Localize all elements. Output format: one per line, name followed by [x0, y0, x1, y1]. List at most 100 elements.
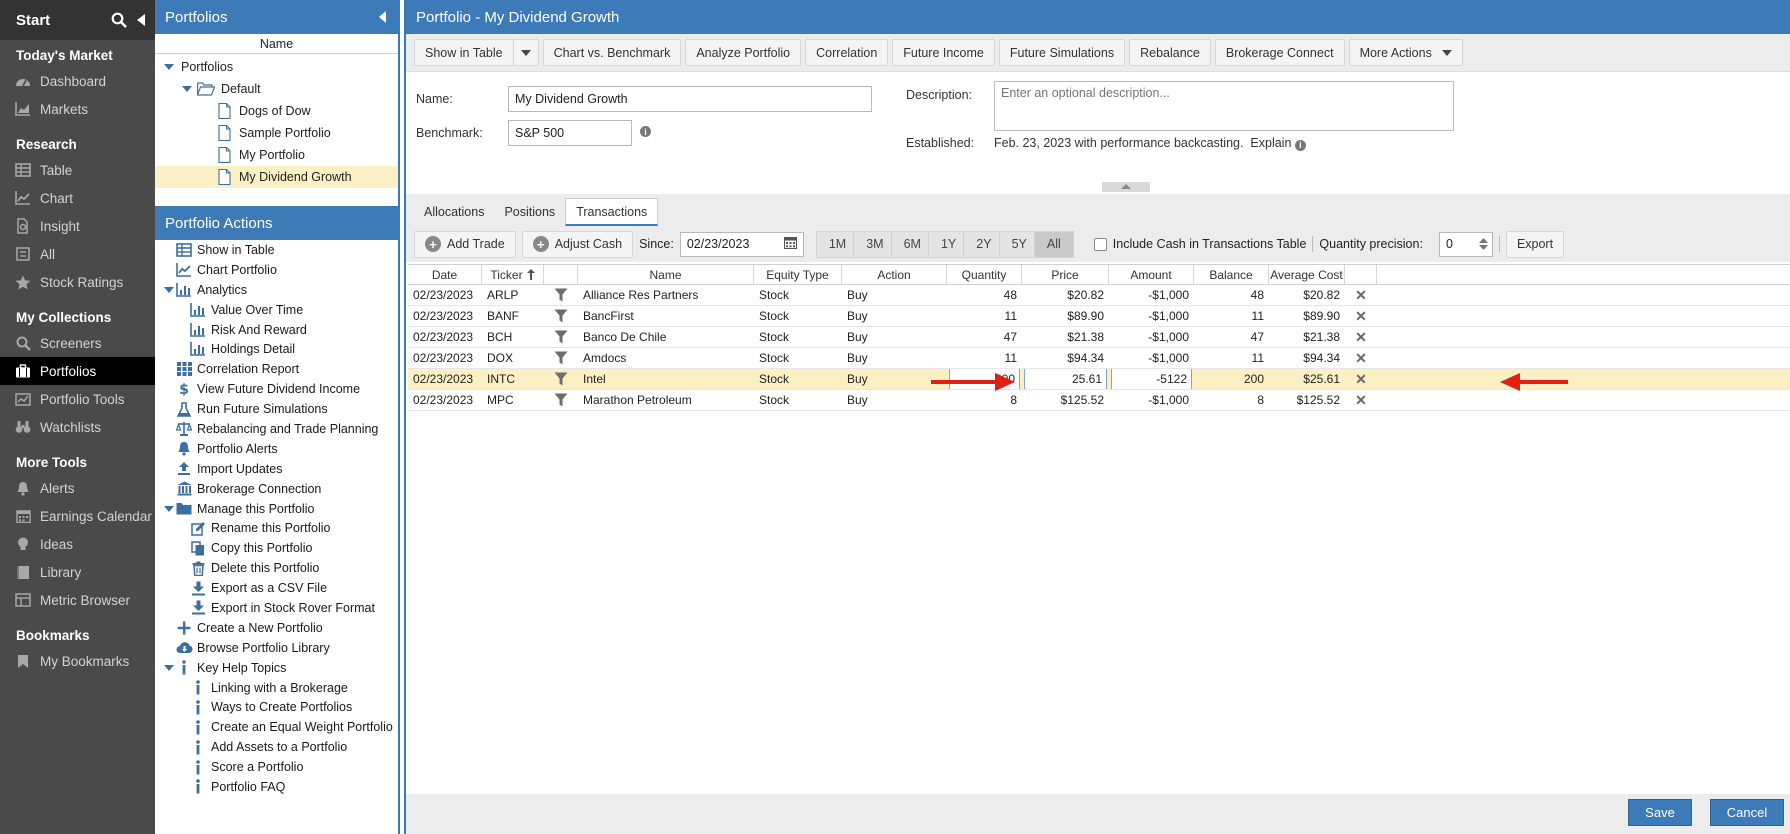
filter-icon[interactable] — [554, 309, 568, 323]
more-actions-button[interactable]: More Actions — [1348, 39, 1463, 66]
export-button[interactable]: Export — [1505, 230, 1565, 258]
column-header-price[interactable]: Price — [1022, 265, 1109, 284]
action-portfolio-faq[interactable]: Portfolio FAQ — [155, 777, 398, 797]
tree-item-portfolio[interactable]: Dogs of Dow — [155, 100, 398, 122]
action-browse-portfolio-library[interactable]: Browse Portfolio Library — [155, 638, 398, 658]
nav-item-library[interactable]: Library — [0, 558, 155, 586]
filter-icon[interactable] — [554, 393, 568, 407]
action-copy-this-portfolio[interactable]: Copy this Portfolio — [155, 538, 398, 558]
rebalance-button[interactable]: Rebalance — [1129, 39, 1211, 66]
include-cash-checkbox[interactable] — [1093, 237, 1107, 251]
nav-item-ideas[interactable]: Ideas — [0, 530, 155, 558]
calendar-icon[interactable] — [783, 236, 797, 252]
cell-amount[interactable]: -5122 — [1109, 369, 1194, 389]
column-header-balance[interactable]: Balance — [1194, 265, 1269, 284]
nav-item-table[interactable]: Table — [0, 156, 155, 184]
nav-item-all[interactable]: All — [0, 240, 155, 268]
column-header-blank[interactable] — [1345, 265, 1377, 284]
cell-filter[interactable] — [544, 285, 578, 305]
column-header-amount[interactable]: Amount — [1109, 265, 1194, 284]
cell-filter[interactable] — [544, 348, 578, 368]
column-header-date[interactable]: Date — [408, 265, 482, 284]
tab-positions[interactable]: Positions — [494, 198, 565, 226]
save-button[interactable]: Save — [1628, 799, 1692, 826]
search-icon[interactable] — [111, 12, 127, 28]
action-rebalancing-and-trade-planning[interactable]: Rebalancing and Trade Planning — [155, 419, 398, 439]
include-cash-toggle[interactable]: Include Cash in Transactions Table — [1093, 237, 1306, 251]
expand-toggle-icon[interactable] — [163, 506, 175, 512]
explain-link[interactable]: Explain — [1250, 136, 1291, 150]
delete-row-icon[interactable]: ✕ — [1355, 308, 1367, 325]
action-risk-and-reward[interactable]: Risk And Reward — [155, 320, 398, 340]
explain-info-icon[interactable]: i — [1294, 139, 1306, 151]
action-export-as-a-csv-file[interactable]: Export as a CSV File — [155, 578, 398, 598]
collapse-panel-icon[interactable] — [379, 11, 386, 23]
filter-icon[interactable] — [554, 330, 568, 344]
action-import-updates[interactable]: Import Updates — [155, 459, 398, 479]
start-bar[interactable]: Start — [0, 0, 155, 40]
tree-item-folder[interactable]: Default — [155, 78, 398, 100]
delete-row-icon[interactable]: ✕ — [1355, 350, 1367, 367]
action-create-a-new-portfolio[interactable]: Create a New Portfolio — [155, 618, 398, 638]
collapse-nav-icon[interactable] — [137, 14, 145, 26]
cell-delete[interactable]: ✕ — [1345, 369, 1377, 389]
since-date-input[interactable]: 02/23/2023 — [679, 231, 804, 257]
column-header-quantity[interactable]: Quantity — [947, 265, 1022, 284]
name-input[interactable] — [508, 86, 872, 112]
benchmark-info-icon[interactable]: i — [640, 126, 651, 137]
column-header-name[interactable]: Name — [578, 265, 754, 284]
add-trade-button[interactable]: + Add Trade — [414, 230, 516, 258]
table-row[interactable]: 02/23/2023 DOX Amdocs Stock Buy 11 $94.34 -$1,0… — [408, 348, 1790, 369]
cell-filter[interactable] — [544, 306, 578, 326]
cell-filter[interactable] — [544, 390, 578, 410]
nav-item-my-bookmarks[interactable]: My Bookmarks — [0, 647, 155, 675]
cell-filter[interactable] — [544, 369, 578, 389]
benchmark-input[interactable] — [508, 120, 632, 146]
show-in-table-dropdown-button[interactable] — [512, 39, 539, 66]
column-header-blank[interactable] — [544, 265, 578, 284]
nav-item-dashboard[interactable]: Dashboard — [0, 67, 155, 95]
action-key-help-topics[interactable]: Key Help Topics — [155, 658, 398, 678]
expand-toggle-icon[interactable] — [163, 64, 175, 70]
nav-item-watchlists[interactable]: Watchlists — [0, 413, 155, 441]
action-manage-this-portfolio[interactable]: Manage this Portfolio — [155, 499, 398, 519]
action-rename-this-portfolio[interactable]: Rename this Portfolio — [155, 518, 398, 538]
action-correlation-report[interactable]: Correlation Report — [155, 359, 398, 379]
column-header-equity-type[interactable]: Equity Type — [754, 265, 842, 284]
action-holdings-detail[interactable]: Holdings Detail — [155, 339, 398, 359]
tree-column-header[interactable]: Name — [155, 34, 398, 54]
sort-ascending-icon[interactable] — [526, 269, 535, 280]
adjust-cash-button[interactable]: + Adjust Cash — [521, 230, 634, 258]
cell-delete[interactable]: ✕ — [1345, 348, 1377, 368]
action-chart-portfolio[interactable]: Chart Portfolio — [155, 260, 398, 280]
action-value-over-time[interactable]: Value Over Time — [155, 300, 398, 320]
action-brokerage-connection[interactable]: Brokerage Connection — [155, 479, 398, 499]
action-create-an-equal-weight-portfolio[interactable]: Create an Equal Weight Portfolio — [155, 717, 398, 737]
future-income-button[interactable]: Future Income — [892, 39, 995, 66]
tree-item-portfolio[interactable]: My Portfolio — [155, 144, 398, 166]
stepper-arrows-icon[interactable] — [1478, 238, 1488, 250]
tree-item-folder[interactable]: Portfolios — [155, 56, 398, 78]
cell-delete[interactable]: ✕ — [1345, 327, 1377, 347]
tree-item-portfolio[interactable]: Sample Portfolio — [155, 122, 398, 144]
delete-row-icon[interactable]: ✕ — [1355, 329, 1367, 346]
expand-toggle-icon[interactable] — [163, 287, 175, 293]
nav-item-screeners[interactable]: Screeners — [0, 329, 155, 357]
action-linking-with-a-brokerage[interactable]: Linking with a Brokerage — [155, 678, 398, 698]
show-in-table-button[interactable]: Show in Table — [414, 39, 514, 66]
action-ways-to-create-portfolios[interactable]: Ways to Create Portfolios — [155, 697, 398, 717]
filter-icon[interactable] — [554, 288, 568, 302]
range-all-button[interactable]: All — [1033, 230, 1074, 258]
form-splitter-handle[interactable] — [1102, 182, 1150, 192]
table-row[interactable]: 02/23/2023 ARLP Alliance Res Partners Stock… — [408, 285, 1790, 306]
nav-item-markets[interactable]: Markets — [0, 95, 155, 123]
action-run-future-simulations[interactable]: Run Future Simulations — [155, 399, 398, 419]
table-row[interactable]: 02/23/2023 MPC Marathon Petroleum Stock Buy 8… — [408, 390, 1790, 411]
filter-icon[interactable] — [554, 372, 568, 386]
cell-filter[interactable] — [544, 327, 578, 347]
chart-vs-benchmark-button[interactable]: Chart vs. Benchmark — [542, 39, 682, 66]
brokerage-connect-button[interactable]: Brokerage Connect — [1214, 39, 1345, 66]
cell-price[interactable]: 25.61 — [1022, 369, 1109, 389]
table-row[interactable]: 02/23/2023 BCH Banco De Chile Stock Buy 47 $21… — [408, 327, 1790, 348]
action-view-future-dividend-income[interactable]: $ View Future Dividend Income — [155, 379, 398, 399]
